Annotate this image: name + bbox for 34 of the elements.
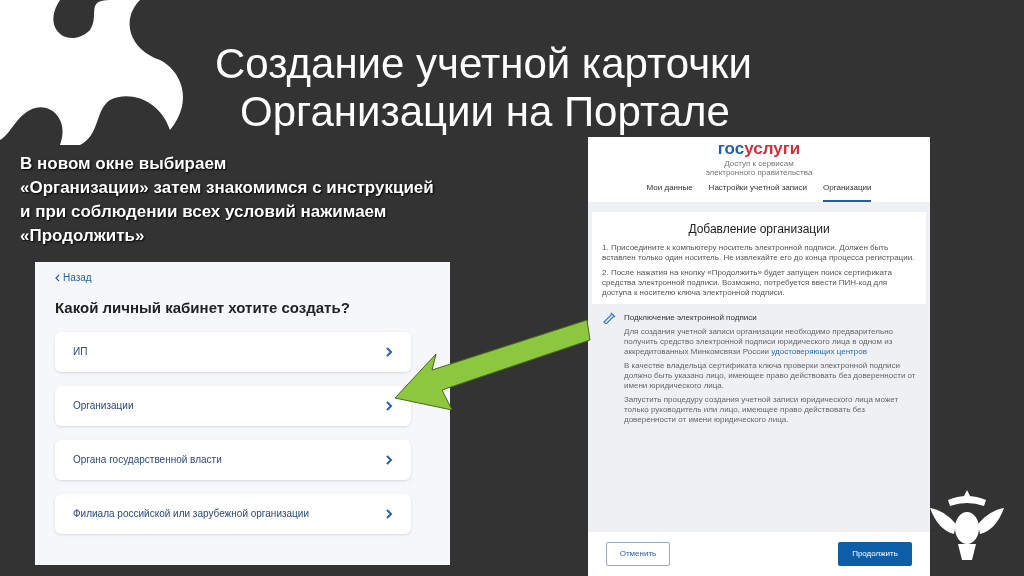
tab[interactable]: Организации xyxy=(823,182,872,202)
slide-title: Создание учетной карточки xyxy=(215,40,752,88)
info-paragraph: Запустить процедуру создания учетной записи юридического лица может только руководитель или лицо, имеющее право действовать без доверенности от имени юридического лица. xyxy=(624,395,900,425)
instruction-text: В новом окне выбираем xyxy=(20,153,228,175)
chevron-right-icon xyxy=(385,508,393,519)
chevron-left-icon xyxy=(55,273,60,282)
cancel-button[interactable]: Отменить xyxy=(606,542,670,566)
back-link[interactable]: Назад xyxy=(63,270,92,285)
option-card[interactable]: ИП xyxy=(55,331,411,372)
instruction-paragraph: 1. Присоедините к компьютеру носитель электронной подписи. Должен быть вставлен только один носитель. Не извлекайте его до конца процесса регистрации. xyxy=(602,243,916,263)
instruction-text: «Организации» затем знакомимся с инструкцией xyxy=(20,177,434,199)
link[interactable]: удостоверяющих центров xyxy=(771,347,867,356)
option-card[interactable]: Органа государственной власти xyxy=(55,439,411,480)
slide-title: Организации на Портале xyxy=(239,88,731,136)
info-paragraph: Для создания учетной записи организации необходимо предварительно получить средство электронной подписи юридического лица в одном из аккредитованных Минкомсвязи России удостоверяющих центров xyxy=(624,327,894,357)
instruction-text: «Продолжить» xyxy=(20,225,146,247)
tab[interactable]: Настройки учетной записи xyxy=(708,182,808,202)
instruction-paragraph: 2. После нажатия на кнопку «Продолжить» будет запущен поиск сертификата средства электронной подписи. Возможно, потребуется ввести ПИН-код для доступа к носителю ключа электронной подписи. xyxy=(602,268,893,298)
option-card[interactable]: Филиала российской или зарубежной организации xyxy=(55,493,411,534)
card-title: Добавление организации xyxy=(687,221,831,238)
option-card[interactable]: Организации xyxy=(55,385,411,426)
chevron-right-icon xyxy=(385,400,393,411)
logo-text: услуги xyxy=(744,139,801,159)
chevron-right-icon xyxy=(385,454,393,465)
logo-text: гос xyxy=(717,139,745,159)
logo-subtitle: электронного правительства xyxy=(705,168,813,177)
section-title: Подключение электронной подписи xyxy=(624,312,757,324)
instruction-text: и при соблюдении всех условий нажимаем xyxy=(20,201,388,223)
logo-subtitle: Доступ к сервисам xyxy=(724,159,794,168)
info-paragraph: В качестве владельца сертификата ключа проверки электронной подписи должно быть указано лицо, имеющее право действовать без доверенности от имени юридического лица. xyxy=(624,361,916,391)
tab[interactable]: Мои данные xyxy=(646,182,693,202)
chevron-right-icon xyxy=(385,346,393,357)
continue-button[interactable]: Продолжить xyxy=(838,542,912,566)
page-heading: Какой личный кабинет хотите создать? xyxy=(55,298,351,318)
